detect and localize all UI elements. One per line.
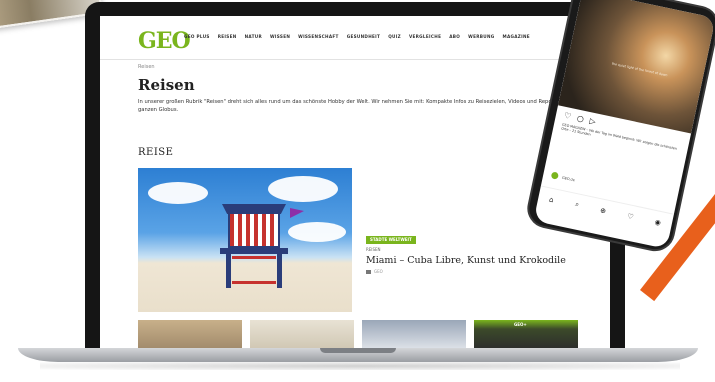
search-icon[interactable]: ⌕ bbox=[574, 200, 579, 210]
thumbnail-card[interactable] bbox=[138, 320, 242, 350]
home-icon[interactable]: ⌂ bbox=[548, 195, 554, 204]
avatar bbox=[550, 171, 559, 180]
featured-article-title[interactable]: Miami – Cuba Libre, Kunst und Krokodile bbox=[366, 255, 566, 266]
nav-item-natur[interactable]: NATUR bbox=[245, 34, 262, 39]
nav-item-vergleiche[interactable]: VERGLEICHE bbox=[409, 34, 441, 39]
nav-item-magazine[interactable]: MAGAZINE bbox=[503, 34, 530, 39]
intro-text: In unserer großen Rubrik "Reisen" dreht … bbox=[138, 99, 601, 113]
featured-article-image[interactable] bbox=[138, 168, 352, 312]
nav-item-wissenschaft[interactable]: WISSENSCHAFT bbox=[298, 34, 339, 39]
profile-icon[interactable]: ◉ bbox=[654, 217, 662, 226]
main-nav: GEO PLUS REISEN NATUR WISSEN WISSENSCHAF… bbox=[184, 34, 604, 39]
thumbnail-card[interactable] bbox=[362, 320, 466, 350]
article-meta: GEO bbox=[366, 269, 383, 274]
category-badge[interactable]: STADTE WELTWEIT bbox=[366, 236, 416, 244]
thumbnail-card[interactable]: GEO+ bbox=[474, 320, 578, 350]
nav-item-geo-plus[interactable]: GEO PLUS bbox=[184, 34, 210, 39]
thumbnail-card[interactable] bbox=[250, 320, 354, 350]
share-icon[interactable]: ▷ bbox=[589, 116, 597, 126]
meta-source: GEO bbox=[374, 269, 383, 274]
cloud bbox=[268, 176, 338, 202]
laptop-notch bbox=[320, 348, 396, 353]
comment-icon[interactable]: ○ bbox=[576, 114, 585, 124]
article-thumbnails: GEO+ bbox=[138, 320, 582, 350]
flag bbox=[290, 208, 304, 218]
section-title: REISE bbox=[138, 147, 174, 158]
like-icon[interactable]: ♡ bbox=[563, 111, 572, 121]
nav-item-reisen[interactable]: REISEN bbox=[218, 34, 237, 39]
page-title: Reisen bbox=[138, 76, 195, 94]
activity-icon[interactable]: ♡ bbox=[627, 212, 635, 221]
post-caption: GEO MAGAZIN – Wo der Tag im Wald beginnt… bbox=[560, 122, 678, 151]
nav-item-quiz[interactable]: QUIZ bbox=[388, 34, 401, 39]
nav-item-werbung[interactable]: WERBUNG bbox=[468, 34, 494, 39]
cloud bbox=[288, 222, 346, 242]
lifeguard-tower bbox=[220, 204, 288, 288]
cloud bbox=[148, 182, 208, 204]
profile-link-label: GEO.de bbox=[561, 175, 576, 182]
geo-plus-badge: GEO+ bbox=[514, 322, 527, 327]
nav-item-gesundheit[interactable]: GESUNDHEIT bbox=[347, 34, 380, 39]
geo-logo[interactable]: GEO bbox=[138, 28, 191, 54]
breadcrumb[interactable]: Reisen bbox=[138, 64, 155, 70]
add-post-icon[interactable]: ⊕ bbox=[599, 206, 606, 215]
nav-item-abo[interactable]: ABO bbox=[449, 34, 460, 39]
site-header: GEO GEO PLUS REISEN NATUR WISSEN WISSENS… bbox=[100, 16, 610, 60]
laptop-shadow bbox=[40, 362, 680, 370]
composite-scene: GEO GEO PLUS REISEN NATUR WISSEN WISSENS… bbox=[0, 0, 715, 382]
article-kicker: REISEN bbox=[366, 247, 381, 252]
camera-icon bbox=[366, 269, 371, 274]
nav-item-wissen[interactable]: WISSEN bbox=[270, 34, 290, 39]
